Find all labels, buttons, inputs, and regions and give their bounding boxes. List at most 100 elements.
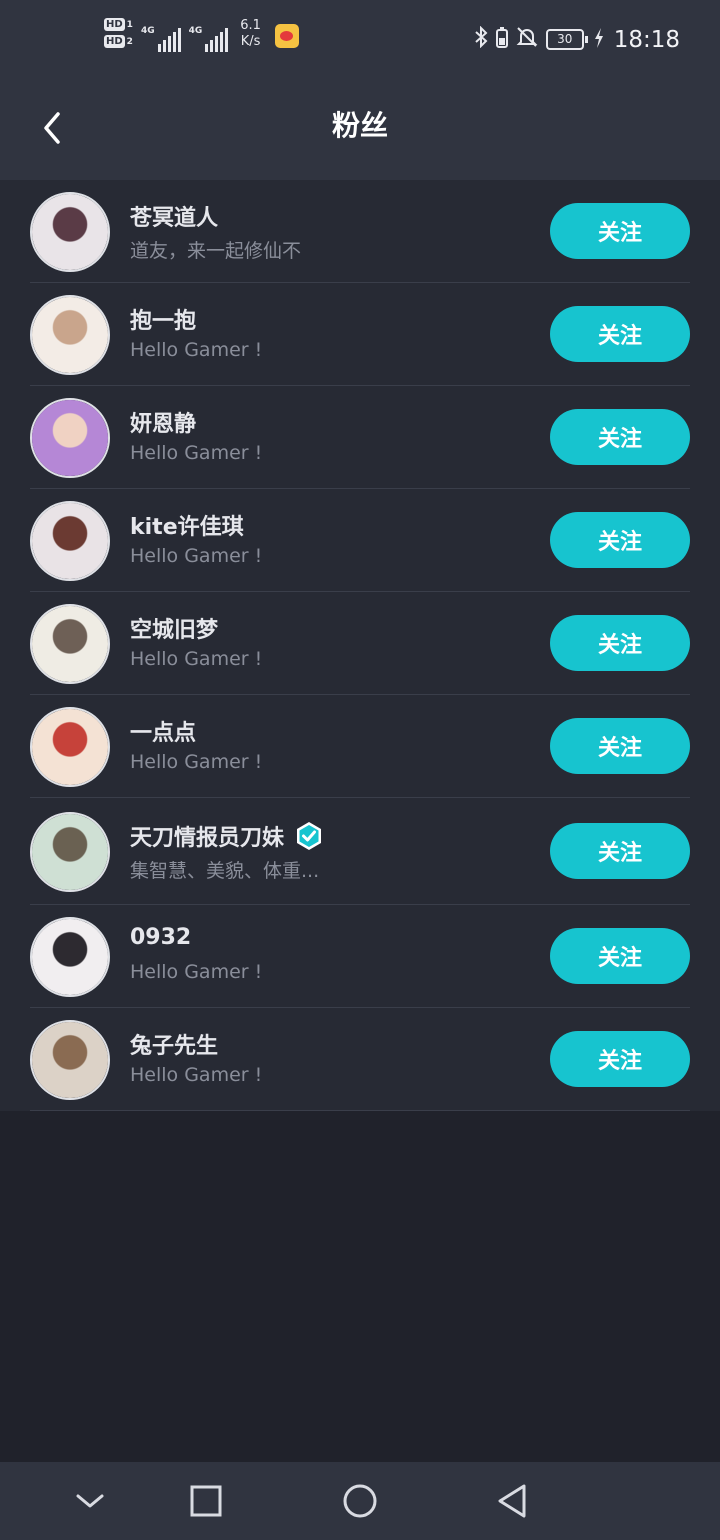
avatar-image (32, 1022, 108, 1098)
follow-button[interactable]: 关注 (550, 718, 690, 774)
avatar[interactable] (30, 707, 110, 787)
fan-row[interactable]: 兔子先生 Hello Gamer ! 关注 (0, 1008, 720, 1111)
signal-1-label: 4G (140, 26, 155, 36)
avatar[interactable] (30, 295, 110, 375)
clock: 18:18 (613, 26, 680, 53)
signal-2-label: 4G (188, 26, 203, 36)
avatar[interactable] (30, 1020, 110, 1100)
fan-bio: Hello Gamer ! (130, 751, 263, 773)
fan-name-text: 兔子先生 (130, 1034, 219, 1059)
vibrate-battery-icon (495, 26, 508, 53)
fan-bio: Hello Gamer ! (130, 545, 263, 567)
fan-bio: Hello Gamer ! (130, 339, 263, 361)
fan-row[interactable]: 天刀情报员刀妹集智慧、美貌、体重... 关注 (0, 798, 720, 905)
fan-row[interactable]: 0932 Hello Gamer ! 关注 (0, 905, 720, 1008)
hd1-indicator: HD 1 (104, 18, 133, 31)
status-left: HD 1 HD 2 4G 4G 6.1 K/s (104, 18, 299, 52)
fan-bio: Hello Gamer ! (130, 648, 263, 670)
follow-button[interactable]: 关注 (550, 615, 690, 671)
avatar-image (32, 709, 108, 785)
fan-name-text: 一点点 (130, 721, 197, 746)
fan-row[interactable]: 空城旧梦 Hello Gamer ! 关注 (0, 592, 720, 695)
follow-button[interactable]: 关注 (550, 1031, 690, 1087)
fan-name-text: 天刀情报员刀妹 (130, 826, 285, 851)
network-speed: 6.1 K/s (240, 18, 261, 50)
triangle-back-icon (498, 1484, 526, 1518)
status-right: 30 18:18 (474, 25, 680, 53)
verified-badge-icon (294, 821, 324, 851)
fan-row[interactable]: 苍冥道人道友，来一起修仙不 关注 (0, 180, 720, 283)
status-bar: HD 1 HD 2 4G 4G 6.1 K/s 30 18:18 (0, 0, 720, 84)
fan-bio: Hello Gamer ! (130, 442, 263, 464)
fan-name-text: 空城旧梦 (130, 618, 219, 643)
avatar-image (32, 194, 108, 270)
square-icon (190, 1485, 222, 1517)
fan-name-text: kite许佳琪 (130, 515, 244, 540)
fan-name-text: 抱一抱 (130, 309, 197, 334)
fan-name: 一点点 (130, 715, 196, 747)
fan-bio: Hello Gamer ! (130, 961, 263, 983)
nav-back-button[interactable] (492, 1481, 532, 1521)
avatar[interactable] (30, 917, 110, 997)
nav-home-button[interactable] (340, 1481, 380, 1521)
bluetooth-icon (474, 25, 488, 53)
row-divider (30, 1110, 690, 1111)
follow-button[interactable]: 关注 (550, 306, 690, 362)
fan-name: 0932 (130, 925, 191, 950)
follow-button[interactable]: 关注 (550, 928, 690, 984)
network-speed-value: 6.1 (240, 18, 261, 33)
avatar[interactable] (30, 192, 110, 272)
fan-bio: 道友，来一起修仙不 (130, 240, 302, 262)
hd-indicators: HD 1 HD 2 (104, 18, 133, 48)
follow-button[interactable]: 关注 (550, 409, 690, 465)
fan-name: 苍冥道人 (130, 200, 218, 232)
fan-row[interactable]: 抱一抱 Hello Gamer ! 关注 (0, 283, 720, 386)
hd1-number: 1 (126, 19, 133, 30)
fan-name-text: 0932 (130, 925, 192, 950)
nav-recents-button[interactable] (186, 1481, 226, 1521)
fans-list: 苍冥道人 道友，来一起修仙不 关注 抱一抱 Hello Gamer ! 关注 妍恩静 Hell… (0, 180, 720, 1111)
fan-row[interactable]: 一点点 Hello Gamer ! 关注 (0, 695, 720, 798)
hd2-label: HD (104, 35, 125, 48)
fan-name-text: 妍恩静 (130, 412, 197, 437)
hd1-label: HD (104, 18, 125, 31)
signal-1-icon: 4G (141, 18, 181, 52)
mute-bell-icon (516, 26, 538, 53)
avatar-image (32, 297, 108, 373)
avatar[interactable] (30, 501, 110, 581)
avatar[interactable] (30, 604, 110, 684)
fan-row[interactable]: kite许佳琪 Hello Gamer ! 关注 (0, 489, 720, 592)
fan-name: 兔子先生 (130, 1028, 218, 1060)
avatar-image (32, 503, 108, 579)
avatar-image (32, 606, 108, 682)
chevron-down-icon (76, 1494, 104, 1508)
follow-button[interactable]: 关注 (550, 823, 690, 879)
avatar-image (32, 400, 108, 476)
system-nav-bar (0, 1462, 720, 1540)
fan-name: kite许佳琪 (130, 509, 244, 541)
nav-collapse-button[interactable] (70, 1481, 110, 1521)
charging-bolt-icon (594, 27, 604, 52)
title-bar: 粉丝 (0, 84, 720, 180)
circle-home-icon (343, 1484, 377, 1518)
network-speed-unit: K/s (240, 34, 261, 49)
avatar-image (32, 814, 108, 890)
follow-button[interactable]: 关注 (550, 203, 690, 259)
fan-name: 空城旧梦 (130, 612, 218, 644)
signal-2-icon: 4G (189, 18, 229, 52)
fan-row[interactable]: 妍恩静 Hello Gamer ! 关注 (0, 386, 720, 489)
fan-name: 妍恩静 (130, 406, 196, 438)
follow-button[interactable]: 关注 (550, 512, 690, 568)
avatar[interactable] (30, 398, 110, 478)
fan-name-text: 苍冥道人 (130, 206, 219, 231)
hd2-indicator: HD 2 (104, 35, 133, 48)
battery-level: 30 (545, 29, 588, 50)
fan-name: 天刀情报员刀妹 (130, 820, 324, 852)
fan-name: 抱一抱 (130, 303, 196, 335)
fan-bio: 集智慧、美貌、体重... (130, 860, 320, 882)
avatar[interactable] (30, 812, 110, 892)
fan-bio: Hello Gamer ! (130, 1064, 263, 1086)
weibo-notification-icon (274, 24, 299, 48)
hd2-number: 2 (126, 36, 133, 47)
page-title: 粉丝 (331, 109, 388, 142)
